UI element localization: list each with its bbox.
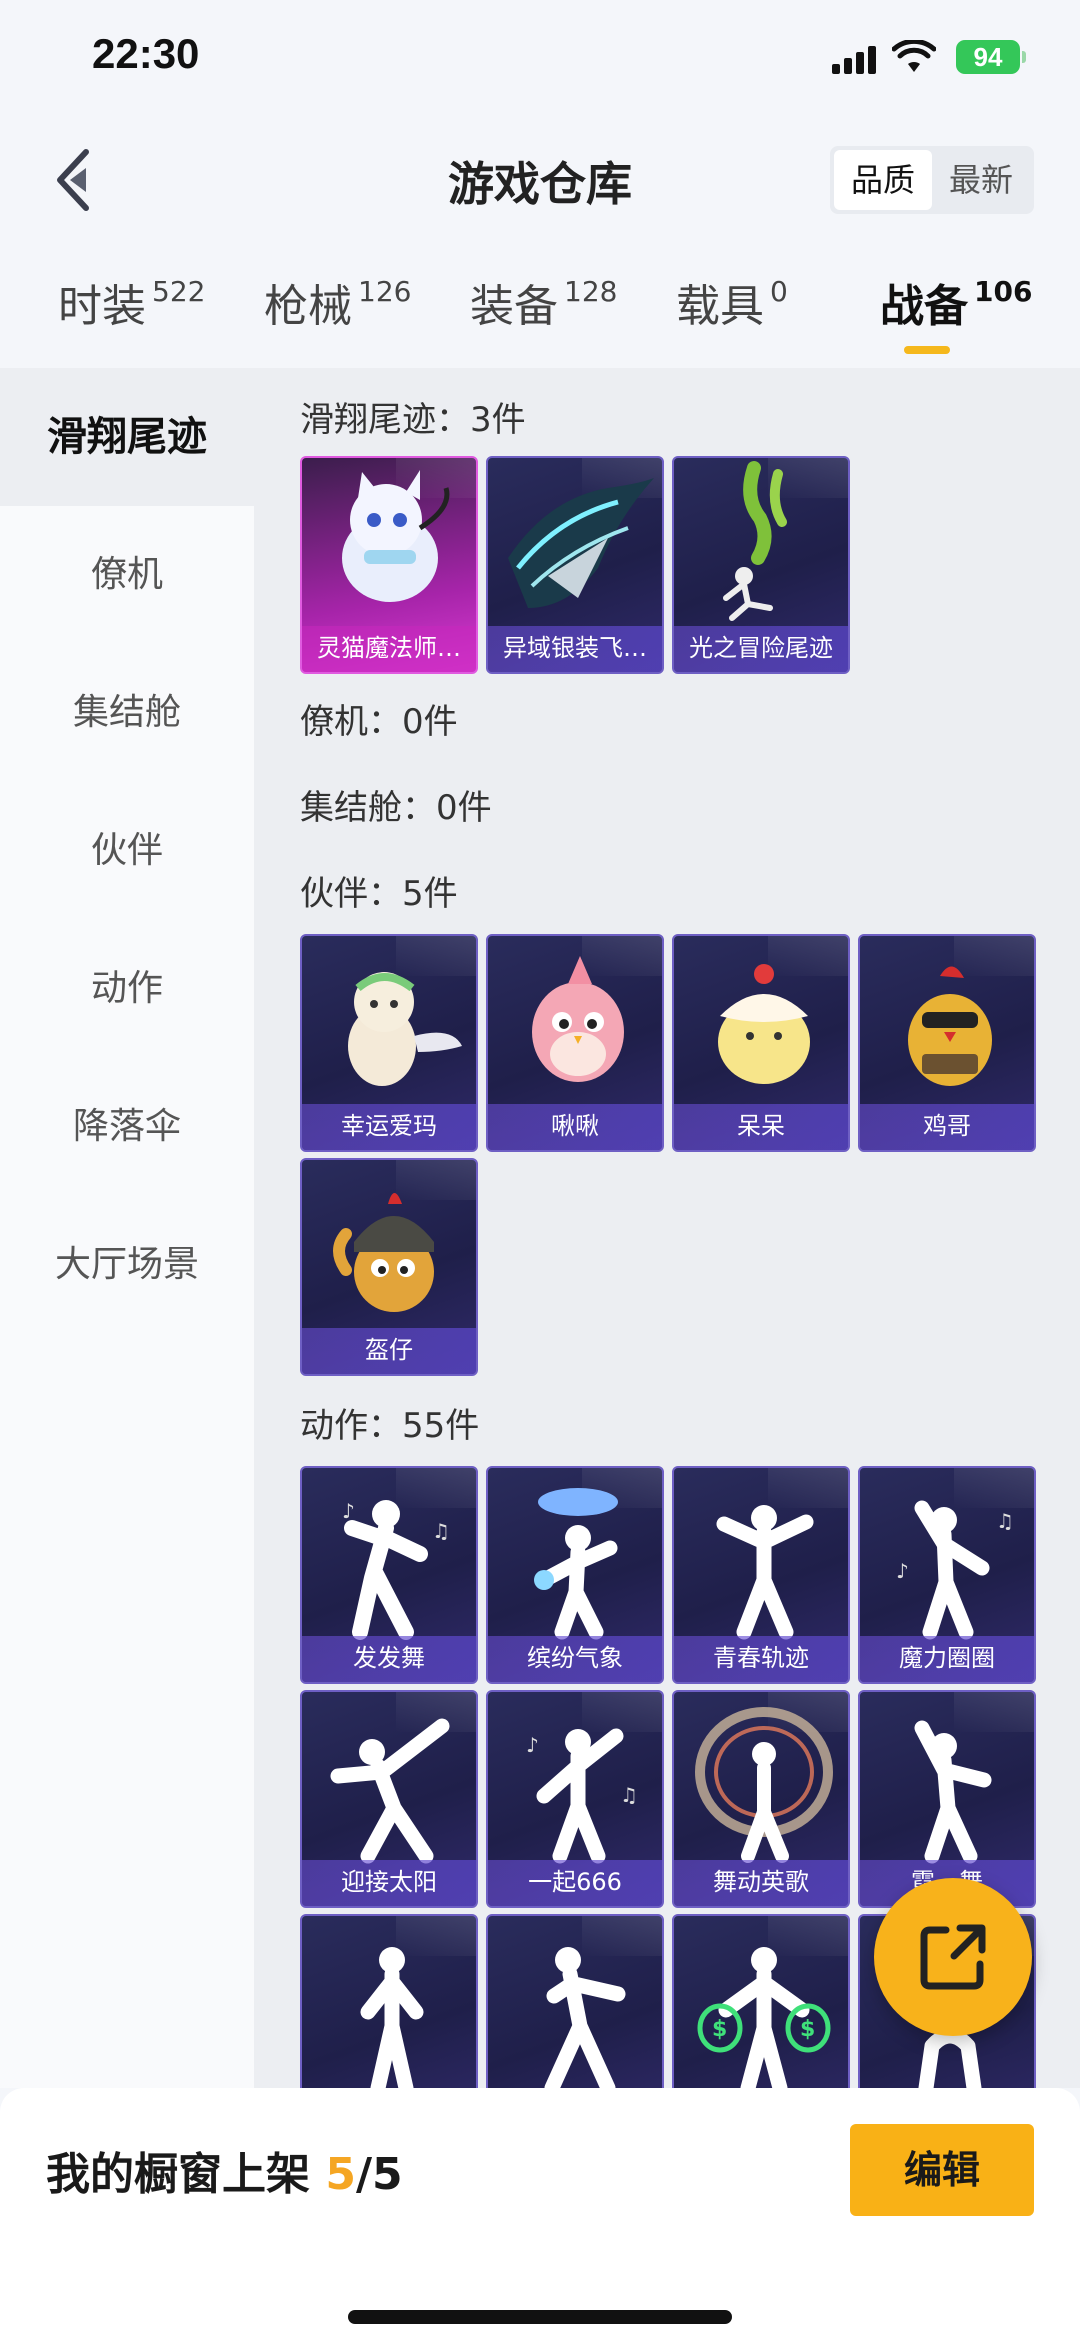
item-list: 滑翔尾迹：3件 灵猫魔法师… 异域银装飞… 光之冒险尾迹 僚机：0件 集结舱：0…	[254, 368, 1080, 2088]
sidebar-item-rally-pod[interactable]: 集结舱	[0, 644, 254, 782]
tab-vehicles[interactable]: 载具 0	[676, 270, 788, 334]
item-card[interactable]: ♪ ♫ 魔力圈圈	[858, 1466, 1036, 1684]
item-name: 盔仔	[302, 1328, 476, 1374]
lucky-emma-art	[348, 972, 462, 1086]
active-tab-indicator	[904, 346, 950, 354]
item-name: 魔力圈圈	[860, 1636, 1034, 1682]
sidebar-item-parachute[interactable]: 降落伞	[0, 1058, 254, 1196]
item-card[interactable]: 盔仔	[300, 1158, 478, 1376]
item-name: 青春轨迹	[674, 1636, 848, 1682]
header: 游戏仓库 品质 最新	[0, 120, 1080, 240]
item-card[interactable]: 啾啾	[486, 934, 664, 1152]
svg-text:♫: ♫	[432, 1519, 450, 1543]
item-card[interactable]: 灵猫魔法师…	[300, 456, 478, 674]
item-card[interactable]: $ $	[672, 1914, 850, 2088]
item-card[interactable]: 光之冒险尾迹	[672, 456, 850, 674]
dancer-silhouette-art	[360, 1947, 424, 2088]
svg-text:$: $	[712, 2017, 727, 2042]
item-name: 啾啾	[488, 1104, 662, 1150]
item-card[interactable]: ♪ ♫ 发发舞	[300, 1466, 478, 1684]
sort-quality-option[interactable]: 品质	[834, 150, 932, 210]
youth-dancer-art	[716, 1505, 814, 1640]
item-name: 鸡哥	[860, 1104, 1034, 1150]
item-name: 呆呆	[674, 1104, 848, 1150]
item-card[interactable]: 幸运爱玛	[300, 934, 478, 1152]
item-name: 缤纷气象	[488, 1636, 662, 1682]
weather-dancer-art	[534, 1488, 618, 1640]
svg-text:♫: ♫	[620, 1783, 638, 1807]
money-dancer-art: $ $	[697, 1947, 831, 2088]
category-tabs: 时装 522 枪械 126 装备 128 载具 0 战备 106	[0, 270, 1080, 370]
status-time: 22:30	[92, 30, 200, 77]
item-card[interactable]: 异域银装飞…	[486, 456, 664, 674]
neon-dancer-art	[914, 1720, 992, 1864]
smoke-trail-art	[723, 461, 787, 621]
tab-equipment[interactable]: 装备 128	[470, 270, 617, 334]
item-card[interactable]: 迎接太阳	[300, 1690, 478, 1908]
sidebar-item-glide-trail[interactable]: 滑翔尾迹	[0, 368, 254, 506]
sun-dancer-art	[330, 1718, 450, 1864]
chicken-bro-art	[908, 966, 992, 1086]
share-icon	[920, 1924, 986, 1990]
item-card[interactable]: 呆呆	[672, 934, 850, 1152]
item-card[interactable]	[300, 1914, 478, 2088]
item-card[interactable]: ♪ ♫ 一起666	[486, 1690, 664, 1908]
item-card[interactable]: 青春轨迹	[672, 1466, 850, 1684]
item-card[interactable]: 舞动英歌	[672, 1690, 850, 1908]
wifi-icon	[892, 40, 936, 72]
666-dancer-art: ♪♫	[526, 1728, 638, 1864]
share-button[interactable]	[874, 1878, 1032, 2036]
status-bar: 22:30 94	[0, 0, 1080, 120]
dancer-silhouette-art: ♪♫	[342, 1499, 450, 1640]
item-name: 灵猫魔法师…	[302, 626, 476, 672]
svg-text:♪: ♪	[342, 1499, 355, 1523]
tab-fashion[interactable]: 时装 522	[58, 270, 205, 334]
tab-guns[interactable]: 枪械 126	[264, 270, 411, 334]
wing-glider-art	[508, 478, 654, 608]
item-card[interactable]: 缤纷气象	[486, 1466, 664, 1684]
home-indicator	[348, 2310, 732, 2324]
section-title-rally-pod: 集结舱：0件	[300, 788, 492, 828]
item-name: 舞动英歌	[674, 1860, 848, 1906]
daidai-art	[718, 964, 810, 1084]
magic-circle-dancer-art: ♪♫	[896, 1500, 1014, 1640]
item-name: 异域银装飞…	[488, 626, 662, 672]
edit-button[interactable]: 编辑	[850, 2124, 1034, 2216]
section-title-glide: 滑翔尾迹：3件	[300, 400, 526, 440]
item-card[interactable]: 鸡哥	[858, 934, 1036, 1152]
section-title-wingman: 僚机：0件	[300, 702, 458, 742]
svg-text:$: $	[800, 2017, 815, 2042]
dancer-silhouette-art	[544, 1947, 626, 2088]
section-title-partner: 伙伴：5件	[300, 874, 458, 914]
hero-dancer-art	[695, 1707, 833, 1863]
item-name: 一起666	[488, 1860, 662, 1906]
showcase-status: 我的橱窗上架 5/5	[46, 2149, 403, 2200]
item-name: 光之冒险尾迹	[674, 626, 848, 672]
battery-indicator: 94	[956, 40, 1026, 74]
item-name: 幸运爱玛	[302, 1104, 476, 1150]
bottom-bar: 我的橱窗上架 5/5 编辑	[0, 2088, 1080, 2339]
cellular-signal-icon	[832, 44, 878, 74]
svg-text:♫: ♫	[996, 1509, 1014, 1533]
sidebar-item-action[interactable]: 动作	[0, 920, 254, 1058]
item-name: 迎接太阳	[302, 1860, 476, 1906]
sidebar-item-wingman[interactable]: 僚机	[0, 506, 254, 644]
sidebar: 滑翔尾迹 僚机 集结舱 伙伴 动作 降落伞 大厅场景	[0, 368, 254, 2088]
jiujiu-art	[532, 956, 624, 1082]
helmet-kid-art	[333, 1193, 434, 1312]
sidebar-item-partner[interactable]: 伙伴	[0, 782, 254, 920]
sidebar-item-lobby-scene[interactable]: 大厅场景	[0, 1196, 254, 1334]
item-card[interactable]	[486, 1914, 664, 2088]
svg-text:♪: ♪	[526, 1733, 539, 1757]
item-card[interactable]: 霓…舞	[858, 1690, 1036, 1908]
section-title-action: 动作：55件	[300, 1406, 480, 1446]
item-name: 发发舞	[302, 1636, 476, 1682]
sort-toggle: 品质 最新	[830, 146, 1034, 214]
svg-text:♪: ♪	[896, 1559, 909, 1583]
cat-mage-art	[342, 470, 450, 602]
tab-gear[interactable]: 战备 106	[880, 270, 1032, 334]
sort-newest-option[interactable]: 最新	[932, 150, 1030, 210]
